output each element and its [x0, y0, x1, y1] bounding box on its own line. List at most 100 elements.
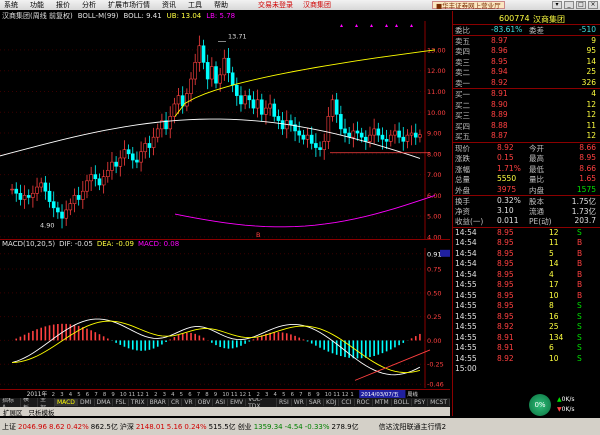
- speed-widget: 0% ▲0K/s ▼0K/s: [529, 394, 599, 416]
- trade-side: S: [577, 343, 582, 352]
- candle-body: [172, 103, 177, 117]
- indicator-tab[interactable]: PSY: [412, 399, 429, 406]
- candle-body: [239, 95, 243, 105]
- sheet-extend[interactable]: 扩展区: [3, 407, 23, 417]
- sheet-template[interactable]: 只析模板: [29, 407, 55, 417]
- quote-value: 5550: [497, 174, 517, 183]
- window-controls: ▾ _ □ ×: [552, 1, 598, 9]
- order-row[interactable]: 买二 8.90 12: [453, 100, 600, 111]
- order-row[interactable]: 买五 8.87 12: [453, 131, 600, 142]
- quote-label-2: 量比: [529, 175, 544, 184]
- download-speed: ▼0K/s: [557, 406, 575, 413]
- order-row[interactable]: 卖四 8.96 95: [453, 46, 600, 57]
- trade-price: 8.95: [497, 227, 514, 237]
- indicator-tab[interactable]: RSI: [277, 399, 292, 406]
- order-row[interactable]: 买一 8.91 4: [453, 89, 600, 100]
- quote-value-2: 1.73亿: [571, 206, 596, 216]
- order-row[interactable]: 卖二 8.94 25: [453, 67, 600, 78]
- macd-dif: DIF: -0.05: [59, 240, 93, 248]
- candle-body: [151, 136, 156, 148]
- candle-body: [226, 57, 231, 74]
- price-axis-label: 5.00: [427, 213, 441, 221]
- trade-volume: 4: [549, 269, 554, 279]
- quote-value-2: 1.65: [579, 174, 596, 183]
- candle-body: [47, 190, 52, 202]
- indicator-tab[interactable]: OBV: [196, 399, 214, 406]
- indicator-tab[interactable]: CCI: [339, 399, 355, 406]
- indicator-tab[interactable]: ASI: [213, 399, 229, 406]
- indicator-tab[interactable]: MCST: [428, 399, 450, 406]
- order-volume: 25: [586, 67, 596, 76]
- order-row[interactable]: 卖五 8.97 9: [453, 36, 600, 47]
- indicator-tab[interactable]: SAR: [307, 399, 325, 406]
- menu-item[interactable]: 功能: [30, 0, 44, 10]
- indicator-tab[interactable]: ROC: [355, 399, 373, 406]
- quote-row: 总量 5550 量比 1.65: [453, 174, 600, 185]
- menu-item[interactable]: 资讯: [162, 0, 176, 10]
- menu-item[interactable]: 帮助: [214, 0, 228, 10]
- trade-time: 14:54: [455, 259, 477, 268]
- broker-banner[interactable]: ■华丰证券网上营业厅: [432, 1, 505, 10]
- trade-price: 8.95: [497, 269, 514, 279]
- indicator-tab[interactable]: TRIX: [129, 399, 148, 406]
- candle-body: [276, 116, 281, 121]
- indicator-tab[interactable]: DMI: [78, 399, 95, 406]
- candle-body: [334, 99, 339, 115]
- order-row[interactable]: 买三 8.89 12: [453, 110, 600, 121]
- indicator-tab[interactable]: VOL-TDX: [246, 398, 277, 407]
- quote-row: 换手 0.32% 股本 1.75亿: [453, 195, 600, 206]
- quote-row: 涨跌 0.15 最高 8.95: [453, 153, 600, 164]
- candlestick-chart[interactable]: 13.0012.0011.0010.009.008.007.006.005.00…: [0, 21, 450, 239]
- indicator-tab[interactable]: VR: [182, 399, 196, 406]
- candle-body: [72, 195, 77, 204]
- speed-gauge-icon[interactable]: 0%: [529, 394, 551, 416]
- order-price: 8.97: [491, 35, 508, 45]
- quote-value: 0.32%: [497, 196, 521, 205]
- macd-axis-label: 0.00: [427, 337, 441, 345]
- candle-body: [93, 174, 98, 180]
- login-status-link[interactable]: 交易未登录: [258, 0, 293, 10]
- trade-side: B: [577, 248, 583, 258]
- order-row[interactable]: 买四 8.88 11: [453, 121, 600, 132]
- menu-item[interactable]: 分析: [82, 0, 96, 10]
- indicator-tab[interactable]: MTM: [373, 399, 392, 406]
- stock-name-title: 汉商集团: [303, 1, 331, 9]
- diff-value: -510: [578, 25, 596, 34]
- macd-chart[interactable]: 0.91 0.75 0.50 0.25 0.00 -0.25 -0.46: [0, 248, 450, 388]
- indicator-tab[interactable]: MACD: [54, 399, 78, 406]
- menu-item[interactable]: 扩展市场行情: [108, 0, 150, 10]
- indicator-tab[interactable]: BOLL: [392, 399, 413, 406]
- candle-body: [39, 182, 44, 188]
- candle-body: [201, 45, 206, 63]
- maximize-button[interactable]: □: [576, 1, 586, 9]
- close-button[interactable]: ×: [588, 1, 598, 9]
- candle-body: [384, 138, 389, 142]
- trade-time: 14:54: [455, 269, 477, 279]
- menu-item[interactable]: 报价: [56, 0, 70, 10]
- sz-change: 5.16: [166, 422, 183, 431]
- candle-body: [280, 120, 285, 130]
- indicator-tab[interactable]: EMV: [228, 399, 247, 406]
- candle-body: [297, 130, 302, 136]
- menu-item[interactable]: 系统: [4, 0, 18, 10]
- macd-axis-label: -0.46: [427, 381, 444, 388]
- order-volume: 12: [586, 131, 596, 140]
- menu-item[interactable]: 工具: [188, 0, 202, 10]
- server-name[interactable]: 信达沈阳联通主行情2: [379, 422, 446, 432]
- order-row[interactable]: 卖一 8.92 326: [453, 78, 600, 89]
- order-volume: 12: [586, 99, 596, 109]
- quote-value: 3.10: [497, 205, 514, 215]
- indicator-tab[interactable]: DMA: [95, 399, 114, 406]
- menu-arrow-button[interactable]: ▾: [552, 1, 562, 9]
- order-volume: 9: [591, 35, 596, 45]
- indicator-tab[interactable]: KDJ: [324, 399, 340, 406]
- minimize-button[interactable]: _: [564, 1, 574, 9]
- candle-body: [247, 95, 252, 101]
- indicator-tab[interactable]: WR: [292, 399, 307, 406]
- indicator-tab[interactable]: FSL: [113, 399, 129, 406]
- quote-row: 涨幅 1.71% 最低 8.66: [453, 164, 600, 175]
- order-row[interactable]: 卖三 8.95 14: [453, 57, 600, 68]
- trade-side: B: [577, 238, 583, 247]
- indicator-tab[interactable]: CR: [169, 399, 183, 406]
- indicator-tab[interactable]: BRAR: [148, 399, 169, 406]
